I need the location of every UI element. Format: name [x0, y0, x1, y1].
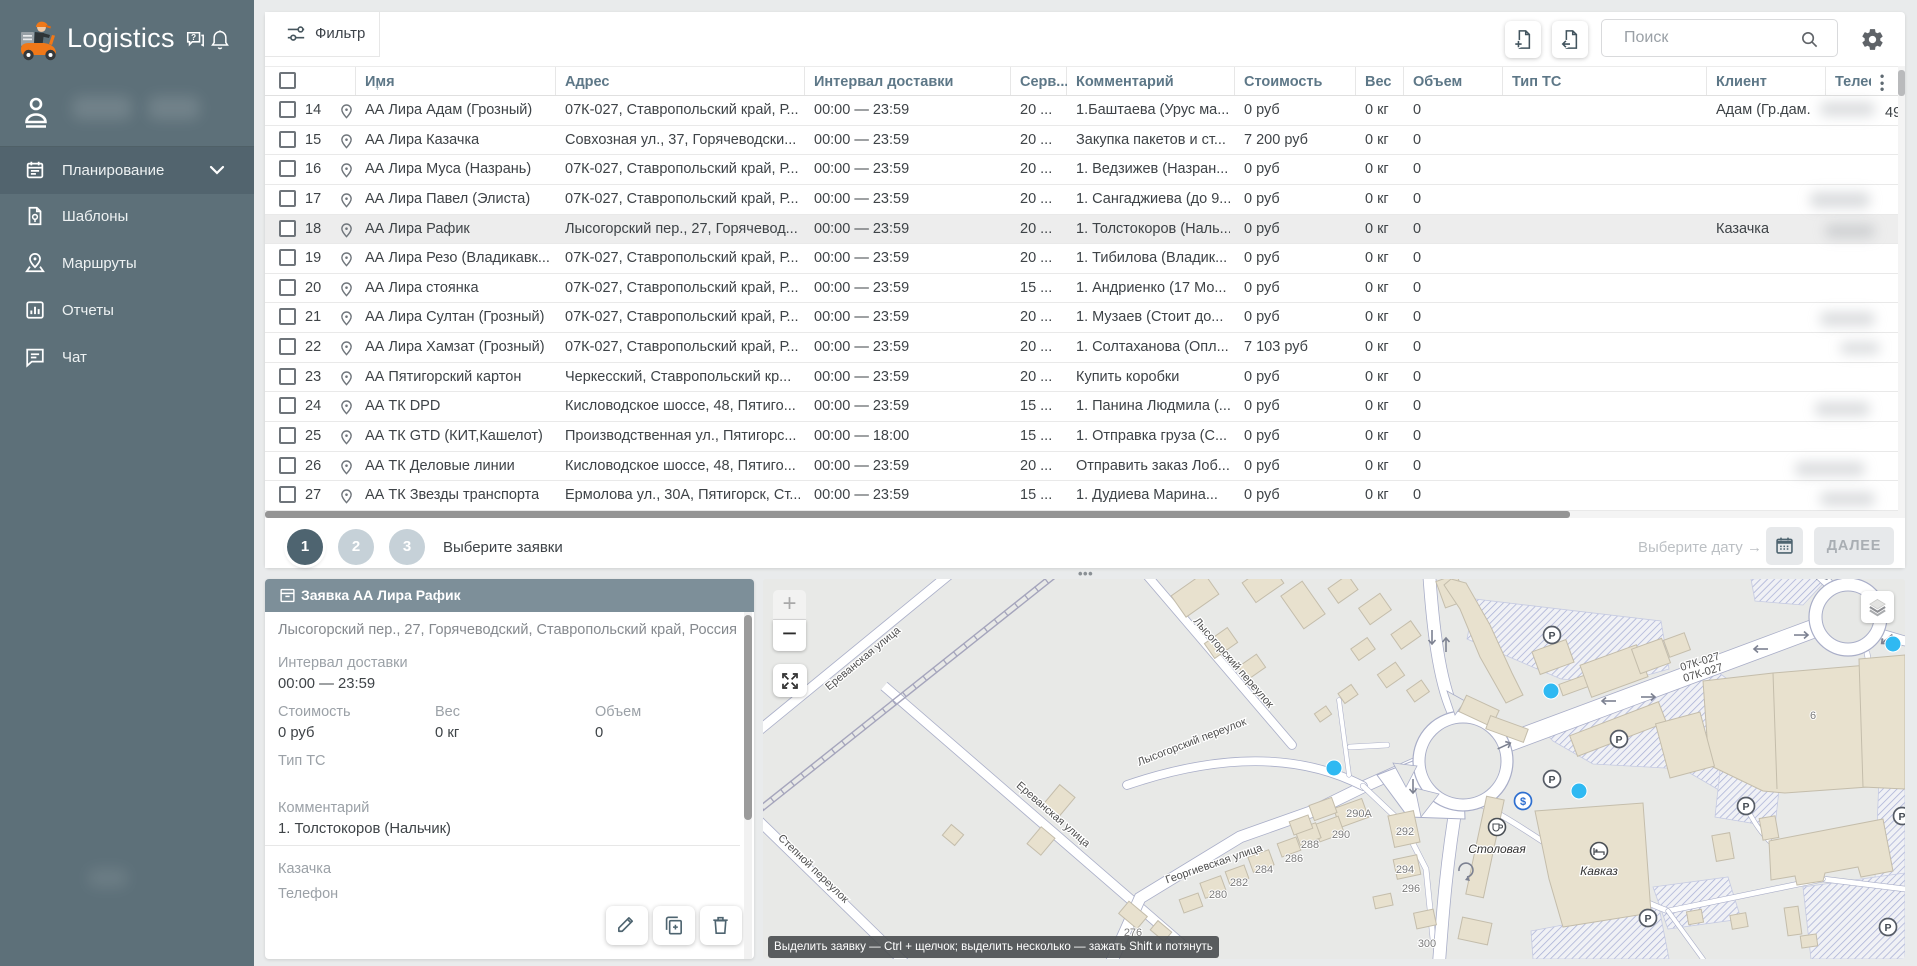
- svg-text:P: P: [1742, 801, 1749, 813]
- svg-text:?: ?: [191, 33, 196, 42]
- svg-text:294: 294: [1396, 864, 1414, 876]
- svg-text:P: P: [1644, 913, 1651, 925]
- svg-text:292: 292: [1396, 826, 1414, 838]
- svg-text:284: 284: [1255, 864, 1273, 876]
- svg-text:296: 296: [1402, 883, 1420, 895]
- svg-text:286: 286: [1285, 853, 1303, 865]
- svg-text:Кавказ: Кавказ: [1580, 864, 1618, 878]
- svg-text:P: P: [1548, 630, 1555, 642]
- svg-text:6: 6: [1810, 710, 1816, 722]
- svg-text:P: P: [1898, 811, 1905, 823]
- svg-text:290: 290: [1332, 829, 1350, 841]
- svg-text:288: 288: [1301, 839, 1319, 851]
- svg-text:P: P: [1884, 922, 1891, 934]
- svg-text:Столовая: Столовая: [1468, 842, 1526, 856]
- svg-text:280: 280: [1209, 889, 1227, 901]
- svg-text:282: 282: [1230, 877, 1248, 889]
- svg-text:P: P: [1615, 734, 1622, 746]
- svg-text:$: $: [1520, 796, 1526, 808]
- svg-text:300: 300: [1418, 938, 1436, 950]
- svg-text:P: P: [1548, 774, 1555, 786]
- svg-text:290А: 290А: [1346, 808, 1372, 820]
